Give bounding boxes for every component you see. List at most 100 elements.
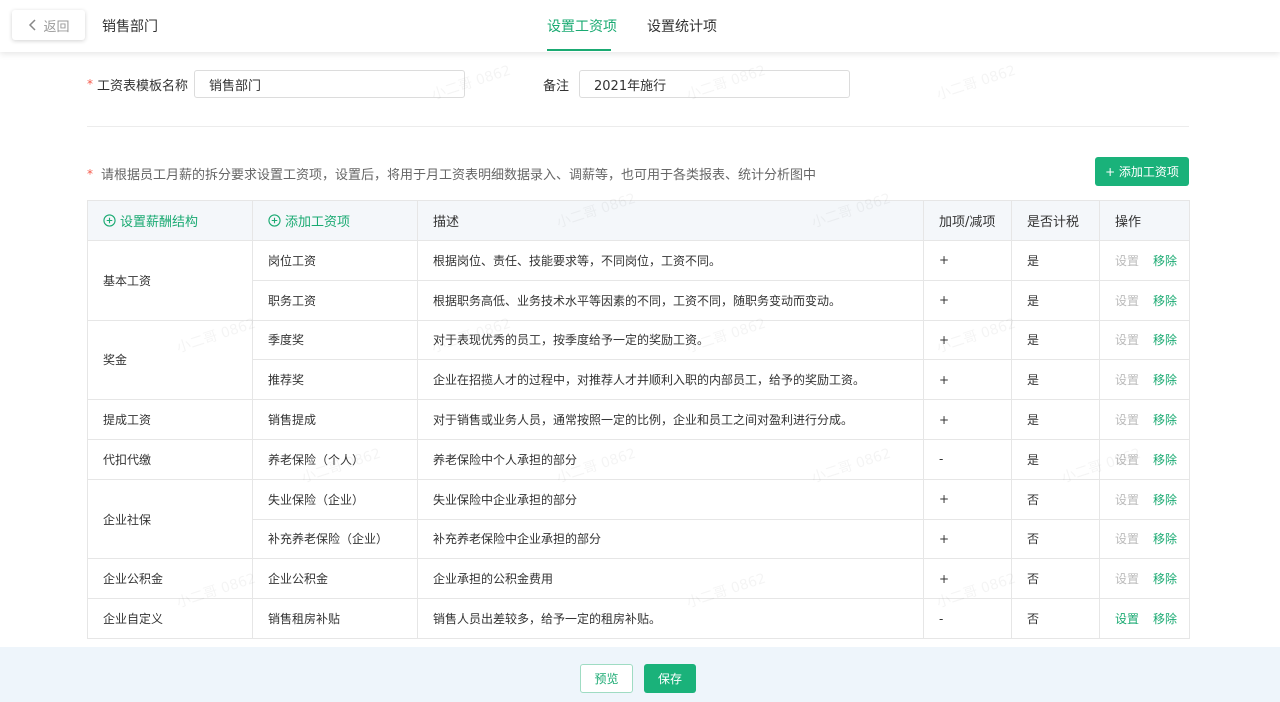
add-sub-cell: + (923, 518, 1012, 560)
remove-link[interactable]: 移除 (1153, 333, 1177, 347)
item-cell: 失业保险（企业） (252, 478, 418, 520)
item-cell: 养老保险（个人） (252, 438, 418, 480)
description-cell: 根据职务高低、业务技术水平等因素的不同，工资不同，随职务变动而变动。 (417, 279, 924, 321)
remove-link[interactable]: 移除 (1153, 493, 1177, 507)
setting-link: 设置 (1115, 452, 1140, 467)
top-bar: 返回 销售部门 设置工资项 设置统计项 (0, 0, 1280, 52)
salary-items-table: 设置薪酬结构 添加工资项 描述 加项/减项 是否计税 操作 基本工资 岗位工资 根据… (87, 200, 1190, 639)
description-cell: 失业保险中企业承担的部分 (417, 478, 924, 520)
setting-link: 设置 (1115, 492, 1140, 507)
tab-set-salary-items[interactable]: 设置工资项 (547, 16, 617, 36)
table-row: 代扣代缴 养老保险（个人） 养老保险中个人承担的部分 - 是设置 移除 (87, 438, 1190, 480)
description-cell: 企业承担的公积金费用 (417, 558, 924, 600)
category-cell: 代扣代缴 (87, 438, 253, 480)
remark-input[interactable]: 2021年施行 (579, 70, 850, 98)
operation-cell: 设置 移除 (1099, 359, 1190, 401)
operation-cell: 设置 移除 (1099, 279, 1190, 321)
taxable-cell: 是 (1011, 438, 1100, 480)
add-sub-cell: + (923, 279, 1012, 321)
taxable-cell: 否 (1011, 518, 1100, 560)
description-cell: 养老保险中个人承担的部分 (417, 438, 924, 480)
template-name-field-group: * 工资表模板名称 (87, 70, 188, 98)
tab-set-statistics-items[interactable]: 设置统计项 (647, 16, 717, 36)
add-salary-item-header-label: 添加工资项 (285, 214, 351, 230)
remove-link[interactable]: 移除 (1153, 373, 1177, 387)
divider (87, 126, 1189, 127)
operation-cell: 设置 移除 (1099, 558, 1190, 600)
setting-link: 设置 (1115, 572, 1140, 587)
add-sub-cell: + (923, 240, 1012, 281)
watermark-text: 小二哥 0862 (934, 60, 1018, 104)
description-cell: 销售人员出差较多，给予一定的租房补贴。 (417, 598, 924, 639)
remove-link[interactable]: 移除 (1153, 612, 1177, 626)
template-name-input[interactable]: 销售部门 (194, 70, 465, 98)
remove-link[interactable]: 移除 (1153, 532, 1177, 546)
back-button[interactable]: 返回 (12, 10, 85, 40)
setting-link: 设置 (1115, 253, 1140, 268)
header-taxable: 是否计税 (1011, 200, 1100, 241)
item-cell: 岗位工资 (252, 240, 418, 281)
setting-link: 设置 (1115, 532, 1140, 547)
table-row: 企业自定义 销售租房补贴 销售人员出差较多，给予一定的租房补贴。 - 否设置 移除 (87, 598, 1190, 639)
operation-cell: 设置 移除 (1099, 518, 1190, 560)
taxable-cell: 否 (1011, 478, 1100, 520)
add-salary-item-header-button[interactable]: 添加工资项 (268, 211, 350, 230)
back-button-label: 返回 (43, 19, 70, 35)
set-salary-structure-button[interactable]: 设置薪酬结构 (103, 211, 198, 230)
item-cell: 销售租房补贴 (252, 598, 418, 639)
header-operation: 操作 (1099, 200, 1190, 241)
preview-button[interactable]: 预览 (580, 664, 633, 693)
table-header-row: 设置薪酬结构 添加工资项 描述 加项/减项 是否计税 操作 (87, 200, 1190, 241)
plus-circle-icon (268, 213, 281, 227)
add-sub-cell: + (923, 319, 1012, 361)
add-sub-cell: + (923, 478, 1012, 520)
add-sub-cell: + (923, 399, 1012, 440)
operation-cell: 设置 移除 (1099, 319, 1190, 361)
table-row: 提成工资 销售提成 对于销售或业务人员，通常按照一定的比例，企业和员工之间对盈利进行… (87, 399, 1190, 440)
table-row: 奖金 季度奖 对于表现优秀的员工，按季度给予一定的奖励工资。 + 是设置 移除 (87, 319, 1190, 401)
taxable-cell: 否 (1011, 598, 1100, 639)
page-title: 销售部门 (102, 19, 158, 35)
setting-link: 设置 (1115, 413, 1140, 428)
add-sub-cell: - (923, 438, 1012, 480)
plus-circle-icon (103, 213, 116, 227)
remove-link[interactable]: 移除 (1153, 294, 1177, 308)
table-row: 推荐奖 企业在招揽人才的过程中，对推荐人才并顺利入职的内部员工，给予的奖励工资。 +… (88, 359, 1190, 401)
chevron-left-icon (29, 19, 37, 31)
add-salary-item-button[interactable]: + 添加工资项 (1095, 157, 1189, 186)
active-tab-indicator (547, 49, 611, 51)
item-cell: 销售提成 (252, 399, 418, 440)
save-button[interactable]: 保存 (644, 664, 696, 693)
remove-link[interactable]: 移除 (1153, 413, 1177, 427)
header-description: 描述 (417, 200, 924, 241)
template-name-label: 工资表模板名称 (97, 78, 189, 94)
item-cell: 季度奖 (252, 319, 418, 361)
remove-link[interactable]: 移除 (1153, 453, 1177, 467)
add-sub-cell: + (923, 558, 1012, 600)
table-row: 补充养老保险（企业） 补充养老保险中企业承担的部分 + 否设置 移除 (88, 518, 1190, 560)
table-row: 企业社保 失业保险（企业） 失业保险中企业承担的部分 + 否设置 移除 (87, 478, 1190, 560)
taxable-cell: 是 (1011, 399, 1100, 440)
setting-link: 设置 (1115, 293, 1140, 308)
remark-field-group: 备注 (543, 70, 569, 98)
description-cell: 对于销售或业务人员，通常按照一定的比例，企业和员工之间对盈利进行分成。 (417, 399, 924, 440)
taxable-cell: 是 (1011, 359, 1100, 401)
taxable-cell: 是 (1011, 319, 1100, 361)
set-salary-structure-label: 设置薪酬结构 (120, 214, 199, 230)
table-row: 企业公积金 企业公积金 企业承担的公积金费用 + 否设置 移除 (87, 558, 1190, 600)
category-cell: 企业社保 (87, 478, 253, 560)
operation-cell: 设置 移除 (1099, 240, 1190, 281)
operation-cell: 设置 移除 (1099, 478, 1190, 520)
table-row: 职务工资 根据职务高低、业务技术水平等因素的不同，工资不同，随职务变动而变动。 + 是… (88, 279, 1190, 321)
operation-cell: 设置 移除 (1099, 399, 1190, 440)
category-cell: 企业公积金 (87, 558, 253, 600)
remove-link[interactable]: 移除 (1153, 254, 1177, 268)
setting-link[interactable]: 设置 (1115, 612, 1139, 626)
add-sub-cell: + (923, 359, 1012, 401)
operation-cell: 设置 移除 (1099, 438, 1190, 480)
remove-link[interactable]: 移除 (1153, 572, 1177, 586)
description-cell: 对于表现优秀的员工，按季度给予一定的奖励工资。 (417, 319, 924, 361)
table-row: 基本工资 岗位工资 根据岗位、责任、技能要求等，不同岗位，工资不同。 + 是设置 移除 (87, 240, 1190, 321)
remark-label: 备注 (543, 78, 570, 94)
description-cell: 根据岗位、责任、技能要求等，不同岗位，工资不同。 (417, 240, 924, 281)
